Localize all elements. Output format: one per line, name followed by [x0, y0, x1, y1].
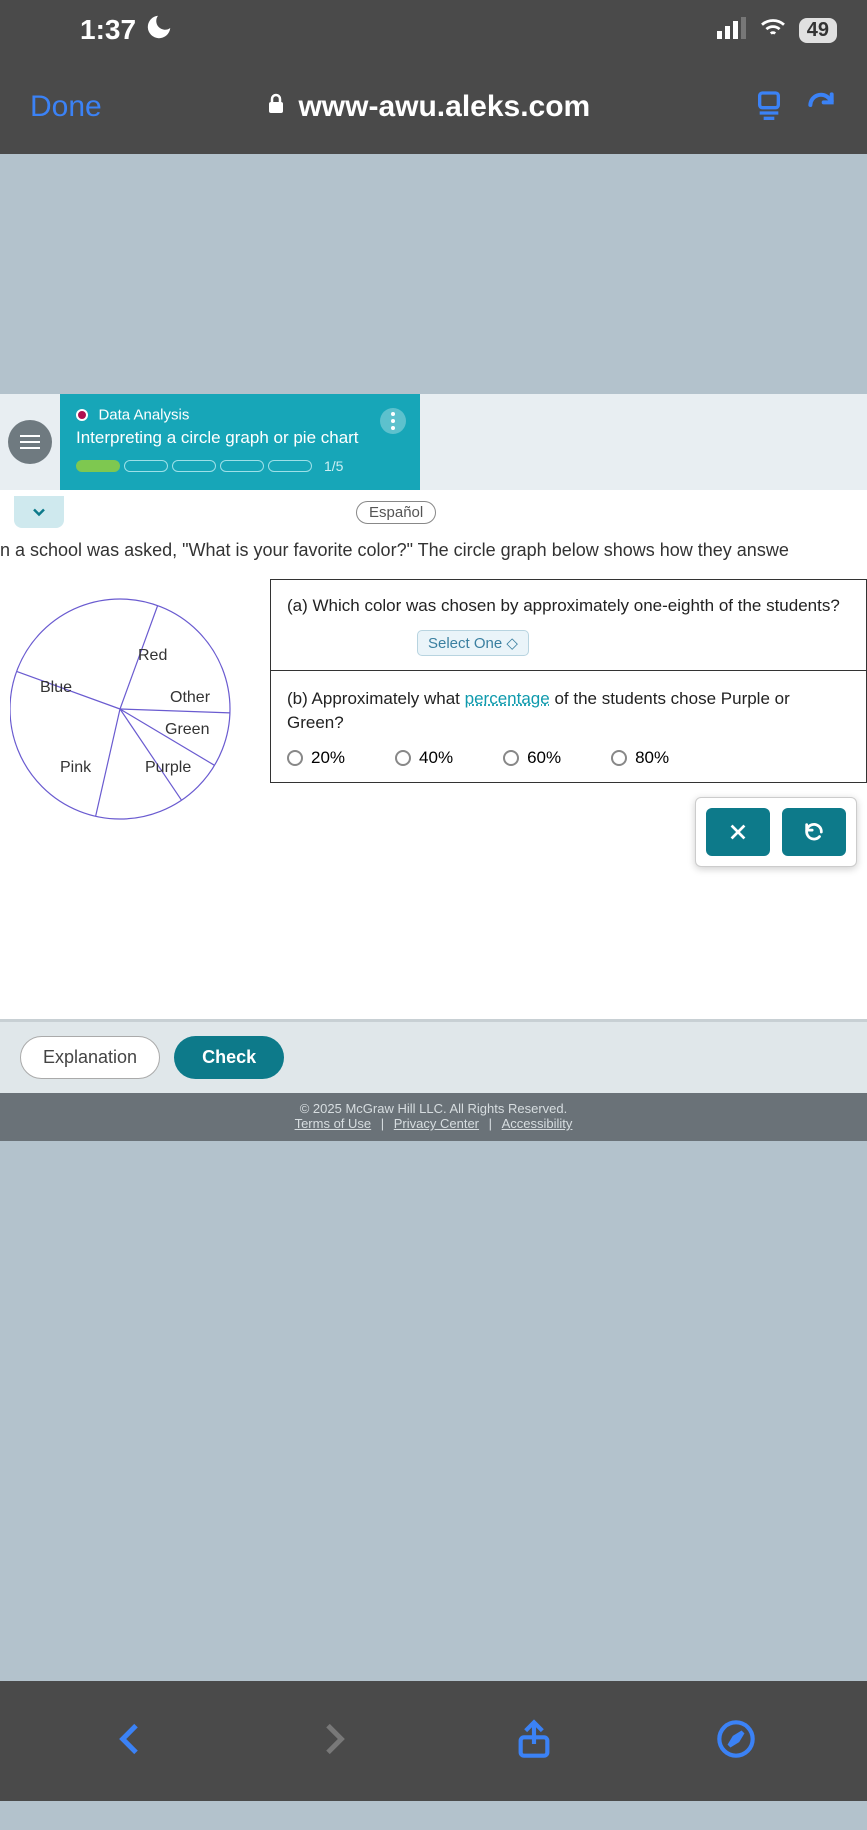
wifi-icon [759, 17, 787, 44]
topic-dot-icon [76, 409, 88, 421]
clear-button[interactable] [706, 808, 770, 856]
question-b-prompt: (b) Approximately what percentage of the… [287, 687, 850, 735]
reader-mode-icon[interactable] [753, 89, 785, 126]
pie-label-other: Other [170, 689, 210, 707]
toolbox [695, 797, 857, 867]
collapse-toggle[interactable] [14, 496, 64, 528]
topic-title: Interpreting a circle graph or pie chart [76, 428, 404, 448]
back-icon[interactable] [111, 1719, 151, 1764]
status-time: 1:37 [80, 14, 136, 46]
moon-icon [144, 12, 174, 49]
spacer-top [0, 154, 867, 394]
question-b-box: (b) Approximately what percentage of the… [270, 671, 867, 784]
question-a-box: (a) Which color was chosen by approximat… [270, 579, 867, 671]
footer-link[interactable]: Terms of Use [295, 1116, 372, 1131]
url-text: www-awu.aleks.com [298, 90, 590, 124]
question-intro: n a school was asked, "What is your favo… [0, 534, 867, 579]
battery-badge: 49 [799, 18, 837, 43]
topic-category: Data Analysis [98, 406, 189, 423]
reset-button[interactable] [782, 808, 846, 856]
footer-controls: Explanation Check [0, 1019, 867, 1093]
copyright-bar: © 2025 McGraw Hill LLC. All Rights Reser… [0, 1093, 867, 1141]
select-one-dropdown[interactable]: Select One ◇ [417, 630, 529, 656]
compass-icon[interactable] [716, 1719, 756, 1764]
spacer-bottom [0, 1141, 867, 1681]
reload-icon[interactable] [805, 89, 837, 126]
radio-option-60[interactable]: 60% [503, 748, 561, 768]
browser-bar: Done www-awu.aleks.com [0, 60, 867, 154]
language-button[interactable]: Español [356, 501, 436, 524]
explanation-button[interactable]: Explanation [20, 1036, 160, 1079]
menu-button[interactable] [8, 420, 52, 464]
footer-link[interactable]: Privacy Center [394, 1116, 479, 1131]
pie-chart: Blue Red Other Green Purple Pink [10, 579, 250, 839]
radio-option-40[interactable]: 40% [395, 748, 453, 768]
question-a-prompt: (a) Which color was chosen by approximat… [287, 594, 850, 618]
footer-link[interactable]: Accessibility [502, 1116, 573, 1131]
done-button[interactable]: Done [30, 90, 102, 124]
copyright-text: © 2025 McGraw Hill LLC. All Rights Reser… [0, 1101, 867, 1116]
forward-icon[interactable] [313, 1719, 353, 1764]
pie-label-blue: Blue [40, 679, 72, 697]
percentage-link[interactable]: percentage [465, 689, 550, 708]
browser-bottom-nav [0, 1681, 867, 1801]
topic-header: Data Analysis Interpreting a circle grap… [60, 394, 420, 490]
pie-label-green: Green [165, 721, 209, 739]
check-button[interactable]: Check [174, 1036, 284, 1079]
share-icon[interactable] [514, 1719, 554, 1764]
kebab-menu-icon[interactable] [380, 408, 406, 434]
radio-option-80[interactable]: 80% [611, 748, 669, 768]
signal-icon [717, 17, 747, 44]
progress-bar: 1/5 [76, 458, 404, 474]
pie-label-purple: Purple [145, 759, 191, 777]
lock-icon [264, 90, 288, 124]
aleks-content: Data Analysis Interpreting a circle grap… [0, 394, 867, 1141]
status-bar: 1:37 49 [0, 0, 867, 60]
pie-label-red: Red [138, 647, 167, 665]
radio-option-20[interactable]: 20% [287, 748, 345, 768]
pie-label-pink: Pink [60, 759, 91, 777]
url-display[interactable]: www-awu.aleks.com [122, 90, 733, 124]
progress-label: 1/5 [324, 458, 343, 474]
